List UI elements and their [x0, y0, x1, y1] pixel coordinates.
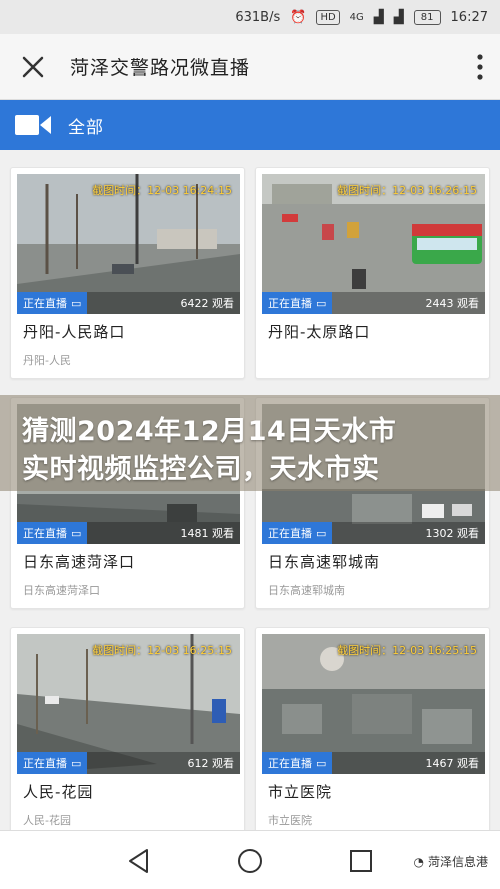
headline-line-1: 猜测2024年12月14日天水市	[22, 416, 397, 447]
hd-badge: HD	[316, 9, 340, 25]
camera-name: 丹阳-人民路口	[23, 323, 126, 341]
live-label: 正在直播	[23, 297, 67, 310]
signal-icon: ▟	[373, 9, 384, 25]
camera-thumbnail[interactable]: 截图时间：12-03 16:24:15 正在直播 ▭ 6422 观看	[17, 174, 240, 314]
live-label: 正在直播	[23, 527, 67, 540]
page-title: 菏泽交警路况微直播	[70, 57, 251, 79]
live-label: 正在直播	[23, 757, 67, 770]
status-bar: 631B/s ⏰ HD 4G ▟ ▟ 81 16:27	[0, 0, 500, 34]
camera-card[interactable]: 截图时间：12-03 16:25:15 正在直播 ▭ 612 观看 人民-花园 人…	[10, 627, 245, 830]
camera-card[interactable]: 截图时间：12-03 16:25:15 正在直播 ▭ 1467 观看 市立医院 市…	[255, 627, 490, 830]
system-nav-bar: ◔ 菏泽信息港	[0, 830, 500, 889]
net-speed: 631B/s	[235, 9, 281, 25]
live-video-icon: ▭	[71, 296, 82, 310]
recent-apps-icon[interactable]	[347, 847, 375, 875]
back-icon[interactable]	[125, 847, 153, 875]
camera-subtitle: 日东高速菏泽口	[23, 584, 100, 597]
headline-overlay: 猜测2024年12月14日天水市 实时视频监控公司，天水市实	[0, 395, 500, 491]
viewer-count: 1481 观看	[180, 527, 235, 540]
camera-subtitle: 人民-花园	[23, 814, 71, 827]
camera-name: 丹阳-太原路口	[268, 323, 371, 341]
more-vertical-icon	[477, 53, 483, 80]
watermark: ◔ 菏泽信息港	[414, 853, 489, 870]
more-button[interactable]	[460, 34, 500, 100]
live-badge: 正在直播 ▭	[262, 752, 333, 774]
clock: 16:27	[450, 9, 488, 25]
live-label: 正在直播	[268, 527, 312, 540]
wechat-icon: ◔	[413, 854, 424, 869]
camera-name: 日东高速菏泽口	[23, 553, 136, 571]
headline-line-2: 实时视频监控公司，天水市实	[22, 454, 380, 485]
live-video-icon: ▭	[71, 756, 82, 770]
camera-card[interactable]: 截图时间：12-03 16:26:15 正在直播 ▭ 2443 观看 丹阳-太原路…	[255, 167, 490, 379]
camera-thumbnail[interactable]: 截图时间：12-03 16:25:15 正在直播 ▭ 612 观看	[17, 634, 240, 774]
camera-thumbnail[interactable]: 截图时间：12-03 16:25:15 正在直播 ▭ 1467 观看	[262, 634, 485, 774]
camera-name: 人民-花园	[23, 783, 94, 801]
home-icon[interactable]	[236, 847, 264, 875]
capture-timestamp: 截图时间：12-03 16:26:15	[337, 184, 477, 197]
capture-timestamp: 截图时间：12-03 16:24:15	[92, 184, 232, 197]
live-badge: 正在直播 ▭	[17, 752, 88, 774]
live-badge: 正在直播 ▭	[262, 292, 333, 314]
capture-timestamp: 截图时间：12-03 16:25:15	[92, 644, 232, 657]
viewer-count: 1302 观看	[425, 527, 480, 540]
app-bar: 菏泽交警路况微直播	[0, 34, 500, 100]
camera-name: 日东高速郓城南	[268, 553, 381, 571]
category-label: 全部	[68, 117, 104, 138]
viewer-count: 1467 观看	[425, 757, 480, 770]
live-badge: 正在直播 ▭	[17, 292, 88, 314]
live-label: 正在直播	[268, 297, 312, 310]
viewer-count: 612 观看	[187, 757, 235, 770]
camera-subtitle: 市立医院	[268, 814, 312, 827]
battery-level: 81	[413, 9, 441, 25]
live-video-icon: ▭	[71, 526, 82, 540]
close-button[interactable]	[0, 34, 66, 100]
close-icon	[22, 56, 44, 77]
viewer-count: 2443 观看	[425, 297, 480, 310]
alarm-icon: ⏰	[290, 9, 307, 25]
category-bar[interactable]: 全部	[0, 100, 500, 150]
viewer-count: 6422 观看	[180, 297, 235, 310]
camera-name: 市立医院	[268, 783, 333, 801]
signal-icon-2: ▟	[393, 9, 404, 25]
signal-label: 4G	[349, 11, 364, 23]
live-video-icon: ▭	[316, 296, 327, 310]
camera-subtitle: 丹阳-人民	[23, 354, 71, 367]
watermark-text: 菏泽信息港	[427, 855, 488, 869]
live-label: 正在直播	[268, 757, 312, 770]
capture-timestamp: 截图时间：12-03 16:25:15	[337, 644, 477, 657]
camera-thumbnail[interactable]: 截图时间：12-03 16:26:15 正在直播 ▭ 2443 观看	[262, 174, 485, 314]
live-video-icon: ▭	[316, 526, 327, 540]
camera-subtitle: 日东高速郓城南	[268, 584, 345, 597]
live-badge: 正在直播 ▭	[262, 522, 333, 544]
camera-card[interactable]: 截图时间：12-03 16:24:15 正在直播 ▭ 6422 观看 丹阳-人民路…	[10, 167, 245, 379]
video-camera-icon	[15, 115, 51, 135]
live-badge: 正在直播 ▭	[17, 522, 88, 544]
live-video-icon: ▭	[316, 756, 327, 770]
